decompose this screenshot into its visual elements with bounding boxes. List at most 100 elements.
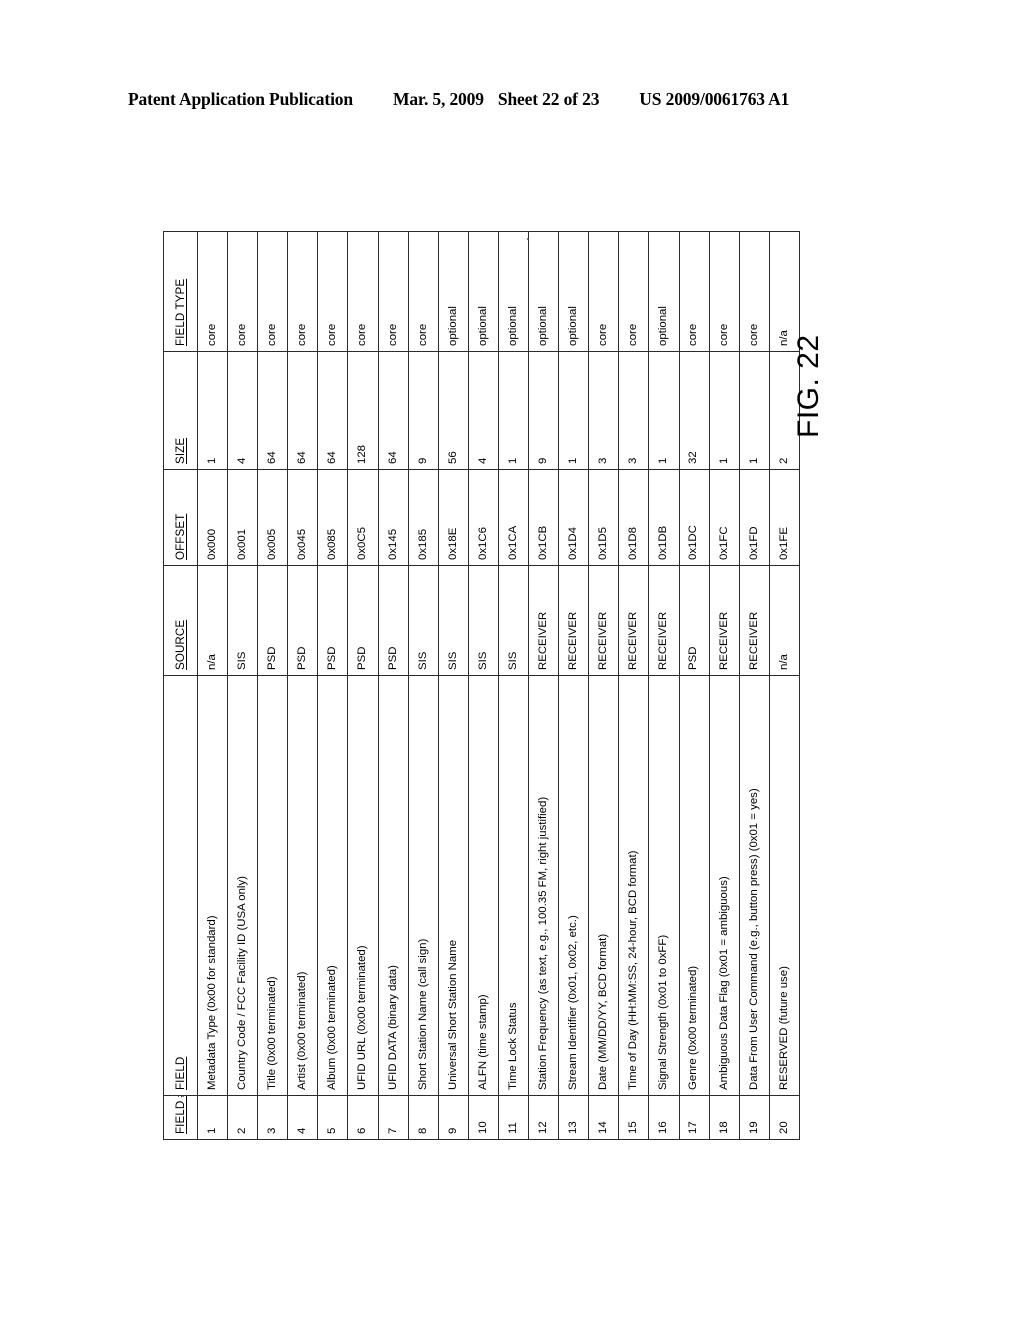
cell-source: SIS bbox=[498, 565, 529, 676]
column-header-source: SOURCE bbox=[163, 565, 198, 676]
cell-field-type: core bbox=[317, 231, 348, 352]
cell-offset: 0x1FC bbox=[709, 469, 740, 566]
patent-running-header: Patent Application Publication Mar. 5, 2… bbox=[128, 86, 896, 112]
cell-source: SIS bbox=[227, 565, 258, 676]
cell-source: RECEIVER bbox=[588, 565, 619, 676]
cell-field-type: optional bbox=[558, 231, 589, 352]
cell-field-name: ALFN (time stamp) bbox=[468, 675, 499, 1096]
cell-field-number: 14 bbox=[588, 1095, 619, 1140]
cell-field-type: core bbox=[709, 231, 740, 352]
cell-field-number: 2 bbox=[227, 1095, 258, 1140]
cell-field-number: 13 bbox=[558, 1095, 589, 1140]
cell-field-name: Metadata Type (0x00 for standard) bbox=[197, 675, 228, 1096]
cell-size: 1 bbox=[709, 351, 740, 470]
cell-size: 64 bbox=[287, 351, 318, 470]
cell-source: RECEIVER bbox=[618, 565, 649, 676]
cell-field-number: 8 bbox=[408, 1095, 439, 1140]
cell-size: 64 bbox=[378, 351, 409, 470]
table-row: 3 Title (0x00 terminated) PSD 0x005 64 core bbox=[257, 231, 288, 1140]
table-row: 14 Date (MM/DD/YY, BCD format) RECEIVER 0x1… bbox=[588, 231, 619, 1140]
cell-field-name: Country Code / FCC Facility ID (USA only… bbox=[227, 675, 258, 1096]
cell-source: n/a bbox=[769, 565, 800, 676]
cell-source: SIS bbox=[468, 565, 499, 676]
table-row: 12 Station Frequency (as text, e.g., 100.… bbox=[528, 231, 559, 1140]
cell-field-number: 1 bbox=[197, 1095, 228, 1140]
table-row: 19 Data From User Command (e.g., button p… bbox=[739, 231, 770, 1140]
cell-offset: 0x001 bbox=[227, 469, 258, 566]
cell-field-type: optional bbox=[438, 231, 469, 352]
cell-source: PSD bbox=[378, 565, 409, 676]
cell-field-number: 4 bbox=[287, 1095, 318, 1140]
cell-field-number: 19 bbox=[739, 1095, 770, 1140]
cell-source: RECEIVER bbox=[648, 565, 679, 676]
cell-field-number: 12 bbox=[528, 1095, 559, 1140]
cell-field-name: UFID DATA (binary data) bbox=[378, 675, 409, 1096]
cell-size: 3 bbox=[588, 351, 619, 470]
cell-field-type: core bbox=[618, 231, 649, 352]
rotated-table-wrapper: FIELD # FIELD SOURCE OFFSET SIZE FIELD T… bbox=[163, 231, 800, 1140]
table-row: 6 UFID URL (0x00 terminated) PSD 0x0C5 128 co… bbox=[347, 231, 379, 1140]
table-row: 13 Stream Identifier (0x01, 0x02, etc.) RE… bbox=[558, 231, 589, 1140]
publication-date: Mar. 5, 2009 bbox=[392, 88, 484, 109]
column-header-field-number: FIELD # bbox=[163, 1095, 198, 1140]
cell-size: 128 bbox=[347, 351, 379, 470]
cell-offset: 0x1DC bbox=[679, 469, 710, 566]
cell-size: 1 bbox=[648, 351, 679, 470]
table-row: 4 Artist (0x00 terminated) PSD 0x045 64 core bbox=[287, 231, 318, 1140]
cell-offset: 0x18E bbox=[438, 469, 469, 566]
cell-size: 64 bbox=[257, 351, 288, 470]
table-row: 9 Universal Short Station Name SIS 0x18E 56 o… bbox=[438, 231, 469, 1140]
cell-field-type: core bbox=[408, 231, 439, 352]
cell-field-type: core bbox=[257, 231, 288, 352]
sheet-number: Sheet 22 of 23 bbox=[497, 88, 600, 109]
cell-field-type: core bbox=[588, 231, 619, 352]
cell-field-number: 7 bbox=[378, 1095, 409, 1140]
cell-source: n/a bbox=[197, 565, 228, 676]
cell-size: 32 bbox=[679, 351, 710, 470]
cell-field-name: Station Frequency (as text, e.g., 100.35… bbox=[528, 675, 559, 1096]
scan-artifact-dot bbox=[527, 238, 529, 240]
cell-offset: 0x145 bbox=[378, 469, 409, 566]
cell-field-number: 5 bbox=[317, 1095, 348, 1140]
cell-field-name: Time Lock Status bbox=[498, 675, 529, 1096]
cell-offset: 0x085 bbox=[317, 469, 348, 566]
cell-field-type: optional bbox=[498, 231, 529, 352]
cell-source: RECEIVER bbox=[528, 565, 559, 676]
table-row: 7 UFID DATA (binary data) PSD 0x145 64 core bbox=[378, 231, 409, 1140]
cell-offset: 0x1CB bbox=[528, 469, 559, 566]
cell-size: 1 bbox=[197, 351, 228, 470]
cell-source: SIS bbox=[438, 565, 469, 676]
cell-size: 1 bbox=[498, 351, 529, 470]
cell-field-type: core bbox=[739, 231, 770, 352]
cell-field-type: optional bbox=[648, 231, 679, 352]
cell-offset: 0x005 bbox=[257, 469, 288, 566]
cell-size: 3 bbox=[618, 351, 649, 470]
cell-size: 9 bbox=[528, 351, 559, 470]
table-header-row: FIELD # FIELD SOURCE OFFSET SIZE FIELD T… bbox=[163, 231, 198, 1140]
cell-field-type: core bbox=[347, 231, 379, 352]
table-row: 2 Country Code / FCC Facility ID (USA onl… bbox=[227, 231, 258, 1140]
cell-field-type: optional bbox=[468, 231, 499, 352]
table-row: 15 Time of Day (HH:MM:SS, 24-hour, BCD fo… bbox=[618, 231, 649, 1140]
cell-offset: 0x1D8 bbox=[618, 469, 649, 566]
column-header-size: SIZE bbox=[163, 351, 198, 470]
cell-field-number: 18 bbox=[709, 1095, 740, 1140]
cell-source: PSD bbox=[257, 565, 288, 676]
cell-offset: 0x1D4 bbox=[558, 469, 589, 566]
table-row: 17 Genre (0x00 terminated) PSD 0x1DC 32 core bbox=[679, 231, 710, 1140]
metadata-field-table: FIELD # FIELD SOURCE OFFSET SIZE FIELD T… bbox=[163, 231, 800, 1140]
table-row: 11 Time Lock Status SIS 0x1CA 1 optional bbox=[498, 231, 529, 1140]
cell-offset: 0x1CA bbox=[498, 469, 529, 566]
cell-field-number: 15 bbox=[618, 1095, 649, 1140]
cell-size: 1 bbox=[739, 351, 770, 470]
cell-field-type: core bbox=[227, 231, 258, 352]
cell-field-type: optional bbox=[528, 231, 559, 352]
figure-caption: FIG. 22 bbox=[792, 334, 825, 438]
figure-22: FIELD # FIELD SOURCE OFFSET SIZE FIELD T… bbox=[163, 231, 800, 1140]
cell-field-name: Ambiguous Data Flag (0x01 = ambiguous) bbox=[709, 675, 740, 1096]
cell-source: RECEIVER bbox=[739, 565, 770, 676]
table-row: 10 ALFN (time stamp) SIS 0x1C6 4 optional bbox=[468, 231, 499, 1140]
cell-field-type: core bbox=[197, 231, 228, 352]
cell-source: RECEIVER bbox=[709, 565, 740, 676]
cell-field-name: Album (0x00 terminated) bbox=[317, 675, 348, 1096]
